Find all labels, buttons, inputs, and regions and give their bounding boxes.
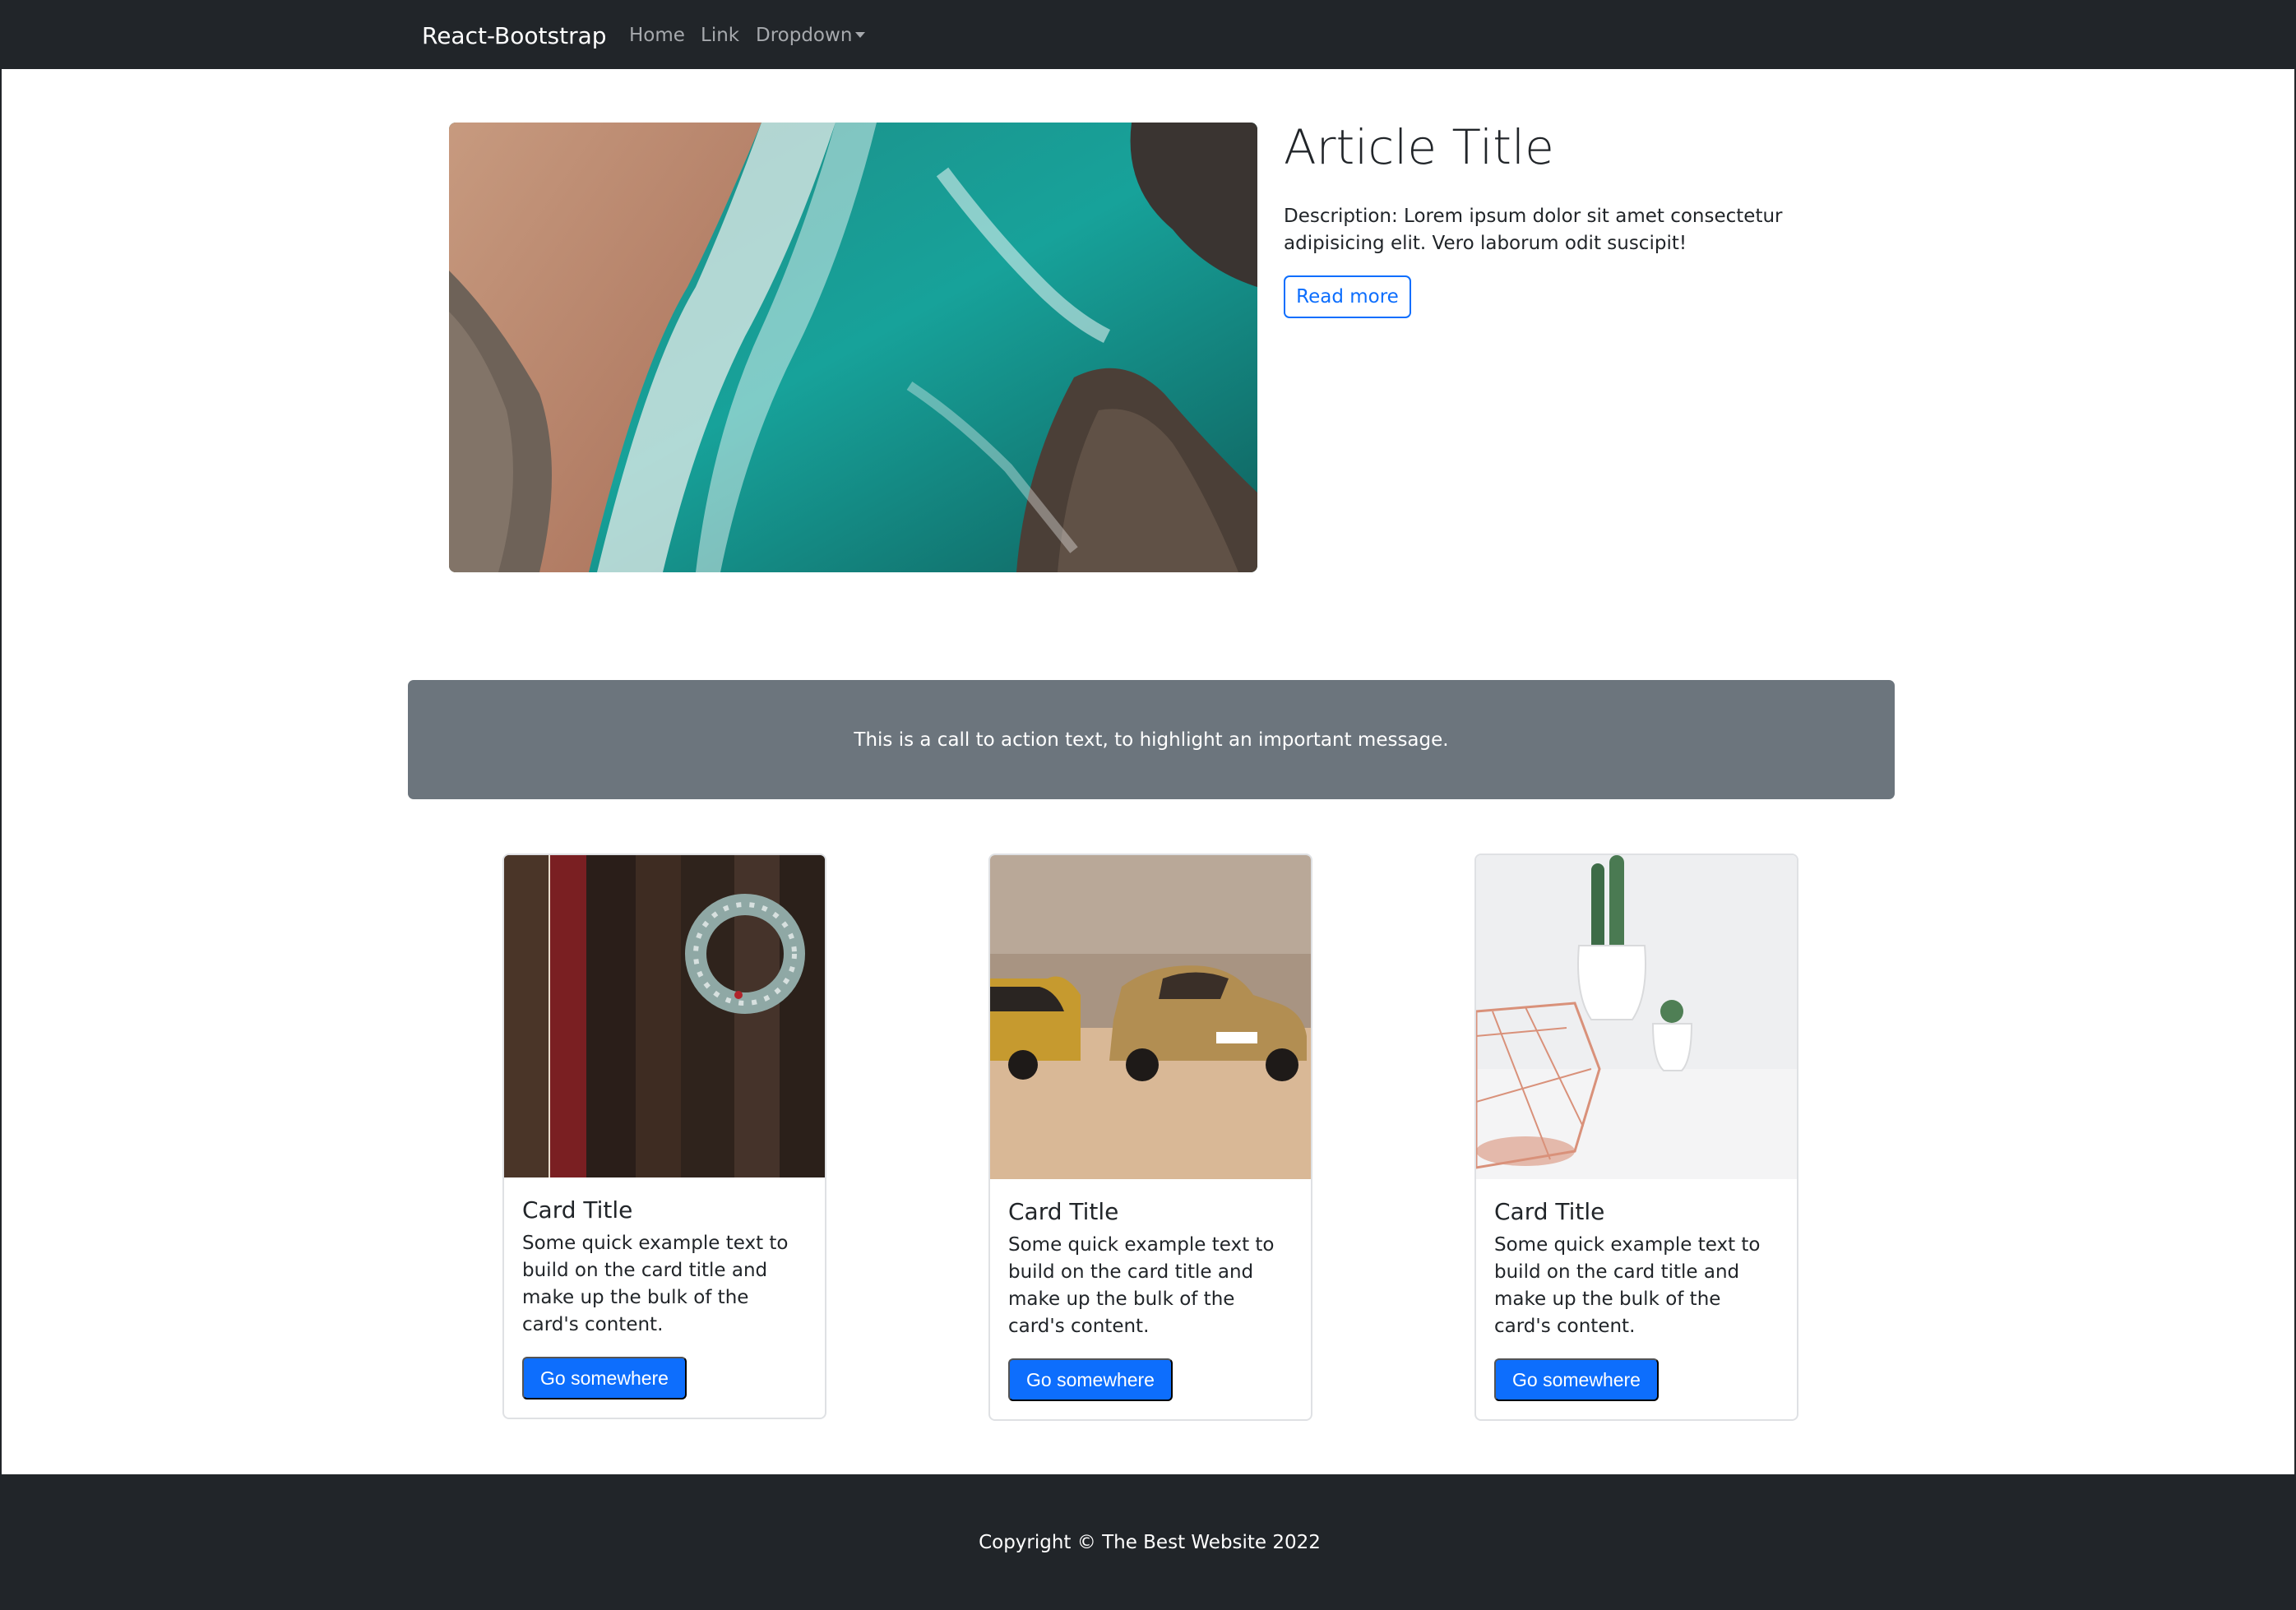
- card-text: Some quick example text to build on the …: [522, 1233, 789, 1335]
- footer-copyright: Copyright © The Best Website 2022: [979, 1531, 1321, 1553]
- read-more-button[interactable]: Read more: [1284, 275, 1411, 318]
- footer: Copyright © The Best Website 2022: [2, 1474, 2296, 1610]
- nav-link-link[interactable]: Link: [701, 25, 739, 46]
- go-somewhere-button[interactable]: Go somewhere: [1494, 1358, 1659, 1401]
- card-text: Some quick example text to build on the …: [1008, 1234, 1275, 1337]
- call-to-action-banner: This is a call to action text, to highli…: [408, 680, 1895, 799]
- card: Card Title Some quick example text to bu…: [988, 854, 1312, 1421]
- card-image-cars: [990, 855, 1311, 1179]
- navbar: React-Bootstrap Home Link Dropdown: [2, 0, 2296, 69]
- cta-text: This is a call to action text, to highli…: [854, 729, 1449, 751]
- article-description: Description: Lorem ipsum dolor sit amet …: [1284, 206, 1783, 254]
- card-text: Some quick example text to build on the …: [1494, 1234, 1761, 1337]
- card-image-cactus: [1476, 855, 1797, 1179]
- article-title: Article Title: [1284, 119, 1554, 175]
- card-image-wreath: [504, 855, 825, 1177]
- nav-dropdown-toggle[interactable]: Dropdown: [756, 25, 866, 46]
- card-title: Card Title: [1008, 1198, 1119, 1225]
- card-title: Card Title: [1494, 1198, 1605, 1225]
- go-somewhere-button[interactable]: Go somewhere: [522, 1357, 687, 1399]
- nav-link-home[interactable]: Home: [629, 25, 685, 46]
- card: Card Title Some quick example text to bu…: [1474, 854, 1798, 1421]
- card: Card Title Some quick example text to bu…: [502, 854, 826, 1419]
- card-title: Card Title: [522, 1196, 633, 1224]
- navbar-brand[interactable]: React-Bootstrap: [422, 22, 607, 49]
- hero-image: [449, 123, 1257, 572]
- go-somewhere-button[interactable]: Go somewhere: [1008, 1358, 1173, 1401]
- caret-down-icon: [855, 32, 866, 38]
- nav-dropdown-label: Dropdown: [756, 25, 853, 46]
